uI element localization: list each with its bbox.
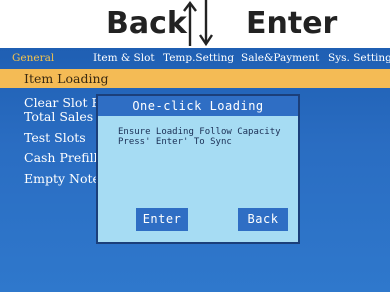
enter-key-label: Enter [246, 6, 338, 41]
tab-temp-setting[interactable]: Temp.Setting [163, 48, 234, 69]
tab-sys-setting[interactable]: Sys. Setting [328, 48, 390, 69]
enter-button[interactable]: Enter [136, 208, 188, 231]
menu-item-cash-prefill[interactable]: Cash Prefill [0, 148, 100, 167]
menu-item-total-sales[interactable]: Total Sales [0, 107, 100, 126]
tab-sale-payment[interactable]: Sale&Payment [241, 48, 319, 69]
back-key-label: Back [106, 6, 187, 41]
tab-item-slot[interactable]: Item & Slot [93, 48, 155, 69]
tab-general[interactable]: General [12, 48, 54, 69]
menu-item-test-slots[interactable]: Test Slots [0, 128, 100, 147]
back-button[interactable]: Back [238, 208, 288, 231]
vending-screen: General Item & Slot Temp.Setting Sale&Pa… [0, 48, 390, 292]
key-legend: Back Enter [0, 0, 390, 48]
dialog-message-line-2: Press' Enter' To Sync [118, 137, 232, 147]
dialog-title: One-click Loading [98, 96, 298, 116]
menu-item-item-loading[interactable]: Item Loading [0, 69, 390, 88]
tab-bar: General Item & Slot Temp.Setting Sale&Pa… [0, 48, 390, 69]
menu-item-empty-note[interactable]: Empty Note [0, 169, 100, 188]
arrow-down-icon [199, 0, 213, 47]
arrow-up-icon [183, 0, 197, 46]
dialog-message-line-1: Ensure Loading Follow Capacity [118, 127, 281, 137]
one-click-loading-dialog: One-click Loading Ensure Loading Follow … [96, 94, 300, 244]
